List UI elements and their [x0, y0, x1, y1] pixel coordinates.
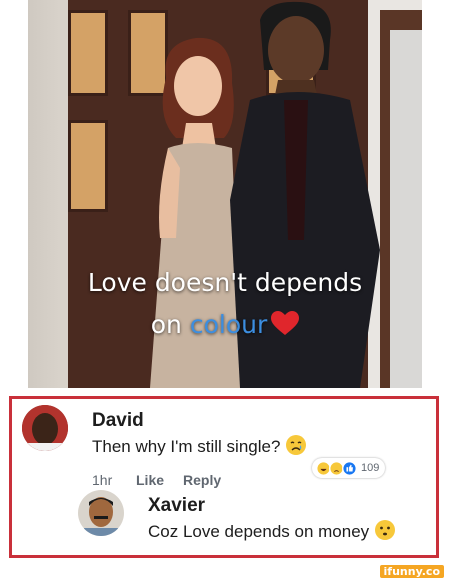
comment-author[interactable]: David [92, 410, 144, 432]
comment-text: Then why I'm still single? [92, 434, 307, 457]
photo-caption-line2: on colour [28, 310, 422, 339]
reply-button[interactable]: Reply [183, 472, 221, 488]
door-pane [68, 120, 108, 212]
reaction-count: 109 [361, 462, 380, 474]
crying-emoji-icon [286, 435, 307, 455]
reactions-summary[interactable]: 109 [312, 458, 386, 478]
avatar[interactable] [78, 490, 124, 536]
neutral-emoji-icon [374, 520, 395, 540]
like-reaction-icon [342, 460, 357, 476]
comment-text-body: Then why I'm still single? [92, 437, 281, 456]
reply-text-body: Coz Love depends on money [148, 522, 370, 541]
avatar[interactable] [22, 405, 68, 451]
comment-time: 1hr [92, 472, 113, 488]
avatar-face-icon [78, 490, 124, 536]
reply-author[interactable]: Xavier [148, 495, 205, 517]
caption-text: on [150, 310, 190, 339]
like-button[interactable]: Like [136, 472, 164, 488]
post-photo[interactable]: Love doesn't depends on colour [28, 0, 422, 388]
photo-caption-line1: Love doesn't depends [87, 268, 363, 297]
caption-highlight-word: colour [189, 310, 268, 339]
watermark-logo: ifunny.co [379, 565, 444, 578]
heart-icon [271, 311, 300, 335]
reply-text: Coz Love depends on money [148, 519, 396, 542]
avatar-face-icon [22, 405, 68, 451]
door-pane [68, 10, 108, 96]
